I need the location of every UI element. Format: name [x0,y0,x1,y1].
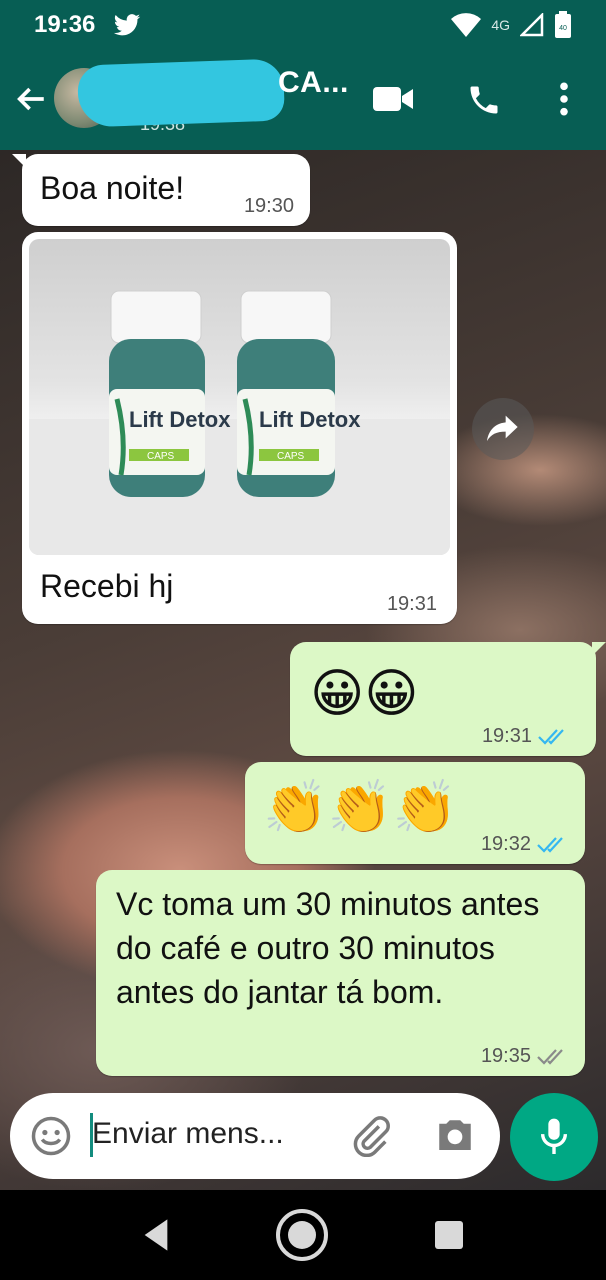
signal-icon [520,13,544,37]
nav-back-icon[interactable] [141,1218,171,1252]
message-outgoing[interactable]: 😀😀 19:31 [290,642,606,756]
contact-name[interactable]: CA... [278,66,349,100]
message-time: 19:32 [481,833,569,856]
time-label: 19:30 [243,195,294,217]
back-arrow-icon[interactable] [14,82,48,116]
product-image: Lift Detox CAPS Lift Detox CAPS [29,290,450,555]
message-incoming[interactable]: Boa noite! 19:30 [12,154,310,226]
voice-message-button[interactable] [510,1093,598,1181]
status-time: 19:36 [34,11,96,38]
product-label: Lift Detox [259,407,361,432]
message-time: 19:30 [244,195,294,218]
forward-button[interactable] [472,398,534,460]
bubble-tail [12,154,26,168]
message-time: 19:35 [481,1045,569,1068]
message-text: Boa noite! [40,170,185,206]
time-label: 19:32 [480,833,531,855]
twitter-icon [114,14,141,36]
battery-level: 40 [559,25,567,32]
forward-icon [487,415,518,441]
microphone-icon [540,1118,568,1154]
image-caption: Recebi hj [40,568,174,604]
attach-icon[interactable] [350,1115,392,1157]
message-text: Vc toma um 30 minutos antes do café e ou… [116,886,540,1010]
delivered-ticks-icon [537,1048,563,1065]
emoji-message: 👏👏👏 [263,778,458,838]
status-icons: 4G 40 [451,11,572,39]
chat-header: 19:38 CA... [0,50,606,150]
nav-home-icon[interactable] [274,1207,330,1263]
battery-icon: 40 [555,11,571,38]
bubble-tail [592,642,606,656]
product-sublabel: CAPS [277,451,305,462]
status-bar: 19:36 4G 40 [0,0,606,50]
system-nav-bar [0,1190,606,1280]
network-type: 4G [491,17,510,33]
time-label: 19:31 [386,593,437,615]
message-outgoing[interactable]: Vc toma um 30 minutos antes do café e ou… [96,870,585,1076]
message-input-bar: Enviar mens... [10,1093,500,1179]
wifi-icon [451,13,482,37]
voice-call-icon[interactable] [466,82,502,118]
read-ticks-icon [538,728,564,745]
emoji-message: 😀😀 [310,664,419,724]
read-ticks-icon [537,836,563,853]
product-photo[interactable]: Lift Detox CAPS Lift Detox CAPS [29,239,450,555]
message-input[interactable]: Enviar mens... [92,1117,284,1151]
nav-recents-icon[interactable] [433,1219,465,1251]
redaction-mark [76,58,286,128]
message-time: 19:31 [387,593,437,616]
camera-icon[interactable] [434,1115,476,1157]
time-label: 19:35 [480,1045,531,1067]
time-label: 19:31 [481,725,532,747]
message-outgoing[interactable]: 👏👏👏 19:32 [245,762,585,864]
message-time: 19:31 [482,725,570,748]
message-incoming-image[interactable]: Lift Detox CAPS Lift Detox CAPS Recebi h… [22,232,457,624]
more-options-icon[interactable] [552,80,576,118]
product-label: Lift Detox [129,407,231,432]
emoji-icon[interactable] [30,1115,72,1157]
product-sublabel: CAPS [147,451,175,462]
video-call-icon[interactable] [372,84,414,114]
